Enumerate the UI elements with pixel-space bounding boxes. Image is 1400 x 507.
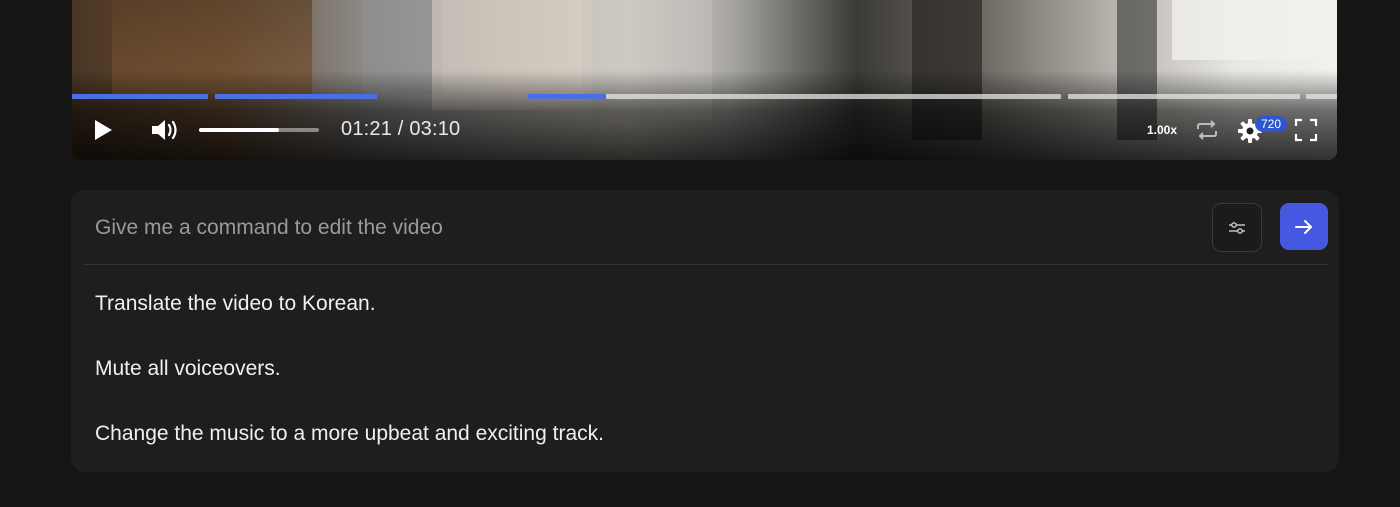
volume-button[interactable] bbox=[150, 116, 182, 144]
volume-slider[interactable] bbox=[199, 128, 319, 132]
command-panel: Translate the video to Korean. Mute all … bbox=[71, 190, 1339, 472]
arrow-right-icon bbox=[1295, 219, 1312, 234]
fullscreen-icon bbox=[1294, 118, 1318, 142]
play-icon bbox=[95, 120, 112, 140]
progress-segment-fill bbox=[528, 94, 606, 99]
time-display: 01:21 / 03:10 bbox=[341, 118, 461, 140]
fullscreen-button[interactable] bbox=[1294, 118, 1318, 142]
loop-button[interactable] bbox=[1194, 118, 1220, 142]
progress-segment[interactable] bbox=[606, 94, 1061, 99]
progress-segment[interactable] bbox=[215, 94, 377, 99]
suggestion-item[interactable]: Translate the video to Korean. bbox=[95, 292, 376, 316]
quality-badge[interactable]: 720 bbox=[1255, 116, 1288, 132]
divider bbox=[83, 264, 1329, 265]
submit-command-button[interactable] bbox=[1280, 203, 1328, 250]
progress-segment-fill bbox=[72, 94, 208, 99]
playback-speed-button[interactable]: 1.00x bbox=[1147, 123, 1177, 137]
progress-segment[interactable] bbox=[528, 94, 606, 99]
volume-icon bbox=[152, 120, 177, 140]
loop-icon bbox=[1197, 120, 1217, 140]
volume-slider-fill bbox=[199, 128, 280, 132]
sliders-icon bbox=[1229, 221, 1245, 234]
suggestion-item[interactable]: Mute all voiceovers. bbox=[95, 357, 281, 381]
suggestion-item[interactable]: Change the music to a more upbeat and ex… bbox=[95, 422, 604, 446]
command-options-button[interactable] bbox=[1212, 203, 1262, 252]
play-button[interactable] bbox=[90, 117, 116, 143]
progress-segment[interactable] bbox=[1306, 94, 1337, 99]
progress-segment-fill bbox=[215, 94, 377, 99]
progress-bar[interactable] bbox=[72, 94, 1337, 99]
video-player[interactable]: 01:21 / 03:10 1.00x 720 bbox=[72, 0, 1337, 160]
player-controls: 01:21 / 03:10 1.00x 720 bbox=[72, 110, 1337, 150]
progress-segment[interactable] bbox=[72, 94, 208, 99]
progress-segment[interactable] bbox=[1068, 94, 1300, 99]
command-input[interactable] bbox=[95, 208, 1195, 248]
